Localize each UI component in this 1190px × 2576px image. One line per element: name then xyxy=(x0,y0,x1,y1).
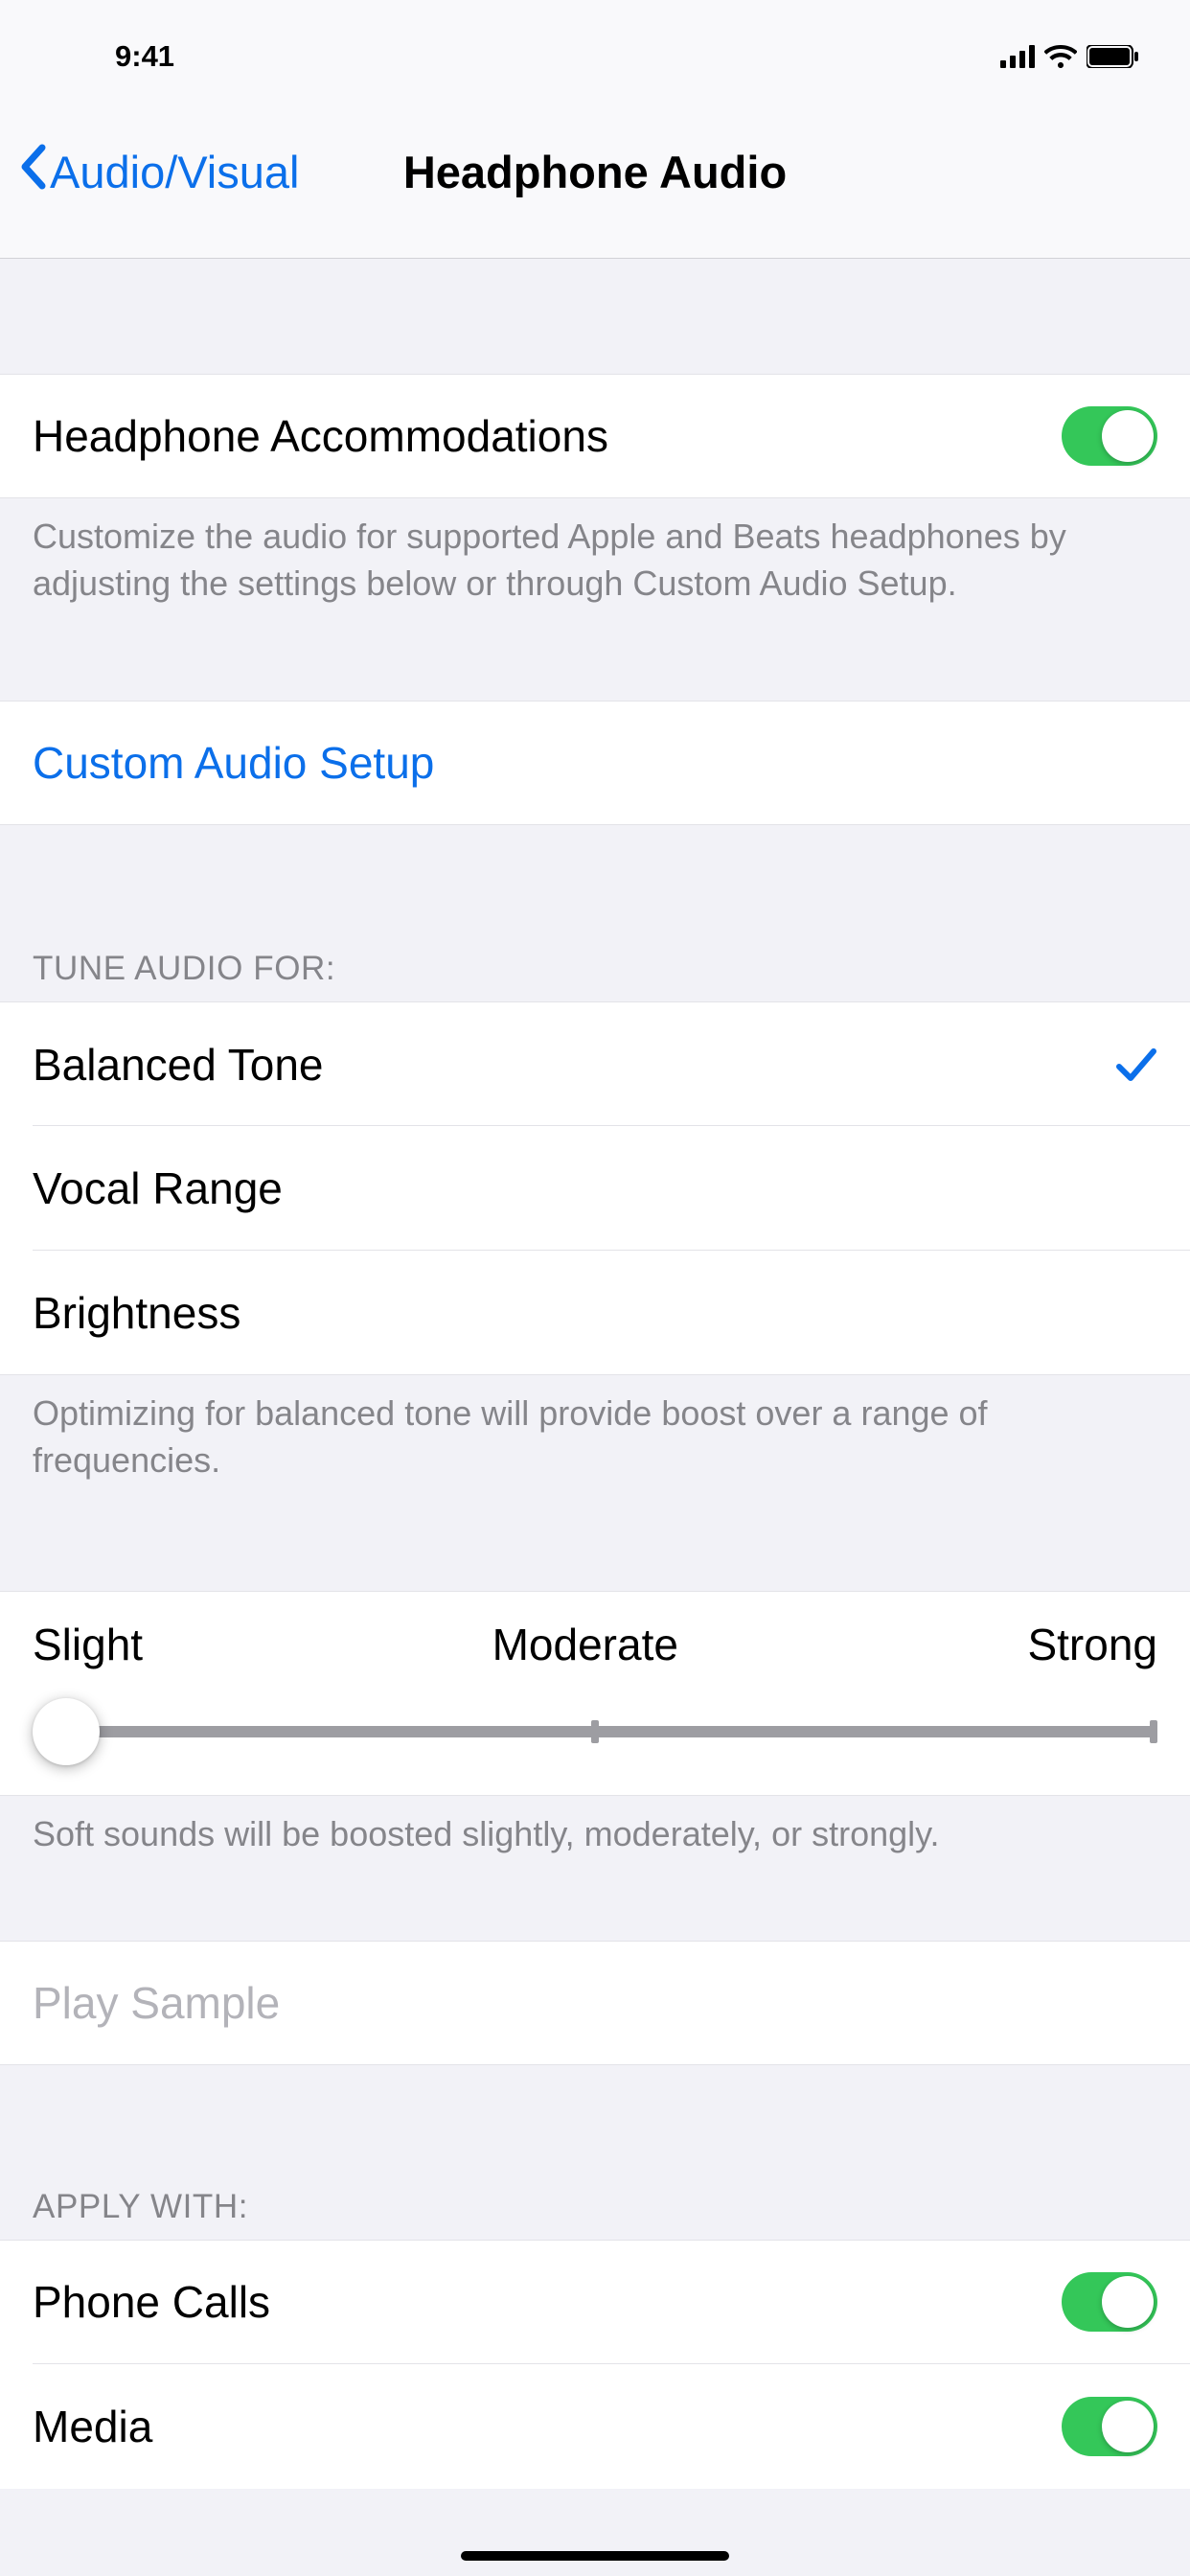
cellular-icon xyxy=(1000,45,1035,68)
apply-media-toggle[interactable] xyxy=(1062,2397,1157,2456)
tune-audio-footer: Optimizing for balanced tone will provid… xyxy=(0,1375,1190,1484)
boost-footer: Soft sounds will be boosted slightly, mo… xyxy=(0,1796,1190,1858)
apply-phone-calls-label: Phone Calls xyxy=(33,2276,270,2328)
tune-option-vocal-range[interactable]: Vocal Range xyxy=(0,1126,1190,1251)
headphone-accommodations-toggle[interactable] xyxy=(1062,406,1157,466)
wifi-icon xyxy=(1044,45,1077,68)
apply-media-label: Media xyxy=(33,2401,152,2452)
status-time: 9:41 xyxy=(115,39,174,74)
headphone-accommodations-row: Headphone Accommodations xyxy=(0,374,1190,498)
boost-label-strong: Strong xyxy=(1027,1619,1157,1670)
boost-label-slight: Slight xyxy=(33,1619,143,1670)
chevron-left-icon xyxy=(19,144,50,200)
navigation-bar: Audio/Visual Headphone Audio xyxy=(0,86,1190,259)
custom-audio-setup-label: Custom Audio Setup xyxy=(33,737,434,789)
apply-with-header: APPLY WITH: xyxy=(0,2188,1190,2240)
checkmark-icon xyxy=(1115,1046,1157,1084)
boost-label-moderate: Moderate xyxy=(492,1619,678,1670)
headphone-accommodations-footer: Customize the audio for supported Apple … xyxy=(0,498,1190,607)
battery-icon xyxy=(1087,45,1138,68)
apply-phone-calls-row: Phone Calls xyxy=(0,2240,1190,2364)
apply-phone-calls-toggle[interactable] xyxy=(1062,2272,1157,2332)
status-bar: 9:41 xyxy=(0,0,1190,86)
tune-option-label: Brightness xyxy=(33,1287,240,1339)
home-indicator[interactable] xyxy=(461,2551,729,2561)
boost-slider-cell: Slight Moderate Strong xyxy=(0,1591,1190,1796)
tune-audio-header: TUNE AUDIO FOR: xyxy=(0,950,1190,1001)
tune-option-label: Vocal Range xyxy=(33,1162,283,1214)
back-label: Audio/Visual xyxy=(50,146,299,198)
apply-media-row: Media xyxy=(0,2364,1190,2489)
play-sample-row[interactable]: Play Sample xyxy=(0,1941,1190,2065)
tune-option-balanced-tone[interactable]: Balanced Tone xyxy=(0,1001,1190,1126)
boost-slider[interactable] xyxy=(33,1703,1157,1760)
custom-audio-setup-row[interactable]: Custom Audio Setup xyxy=(0,701,1190,825)
status-indicators xyxy=(1000,45,1138,68)
headphone-accommodations-label: Headphone Accommodations xyxy=(33,410,608,462)
slider-thumb[interactable] xyxy=(33,1698,100,1765)
back-button[interactable]: Audio/Visual xyxy=(19,144,299,200)
tune-option-label: Balanced Tone xyxy=(33,1039,324,1091)
tune-option-brightness[interactable]: Brightness xyxy=(0,1251,1190,1375)
play-sample-label: Play Sample xyxy=(33,1977,280,2029)
